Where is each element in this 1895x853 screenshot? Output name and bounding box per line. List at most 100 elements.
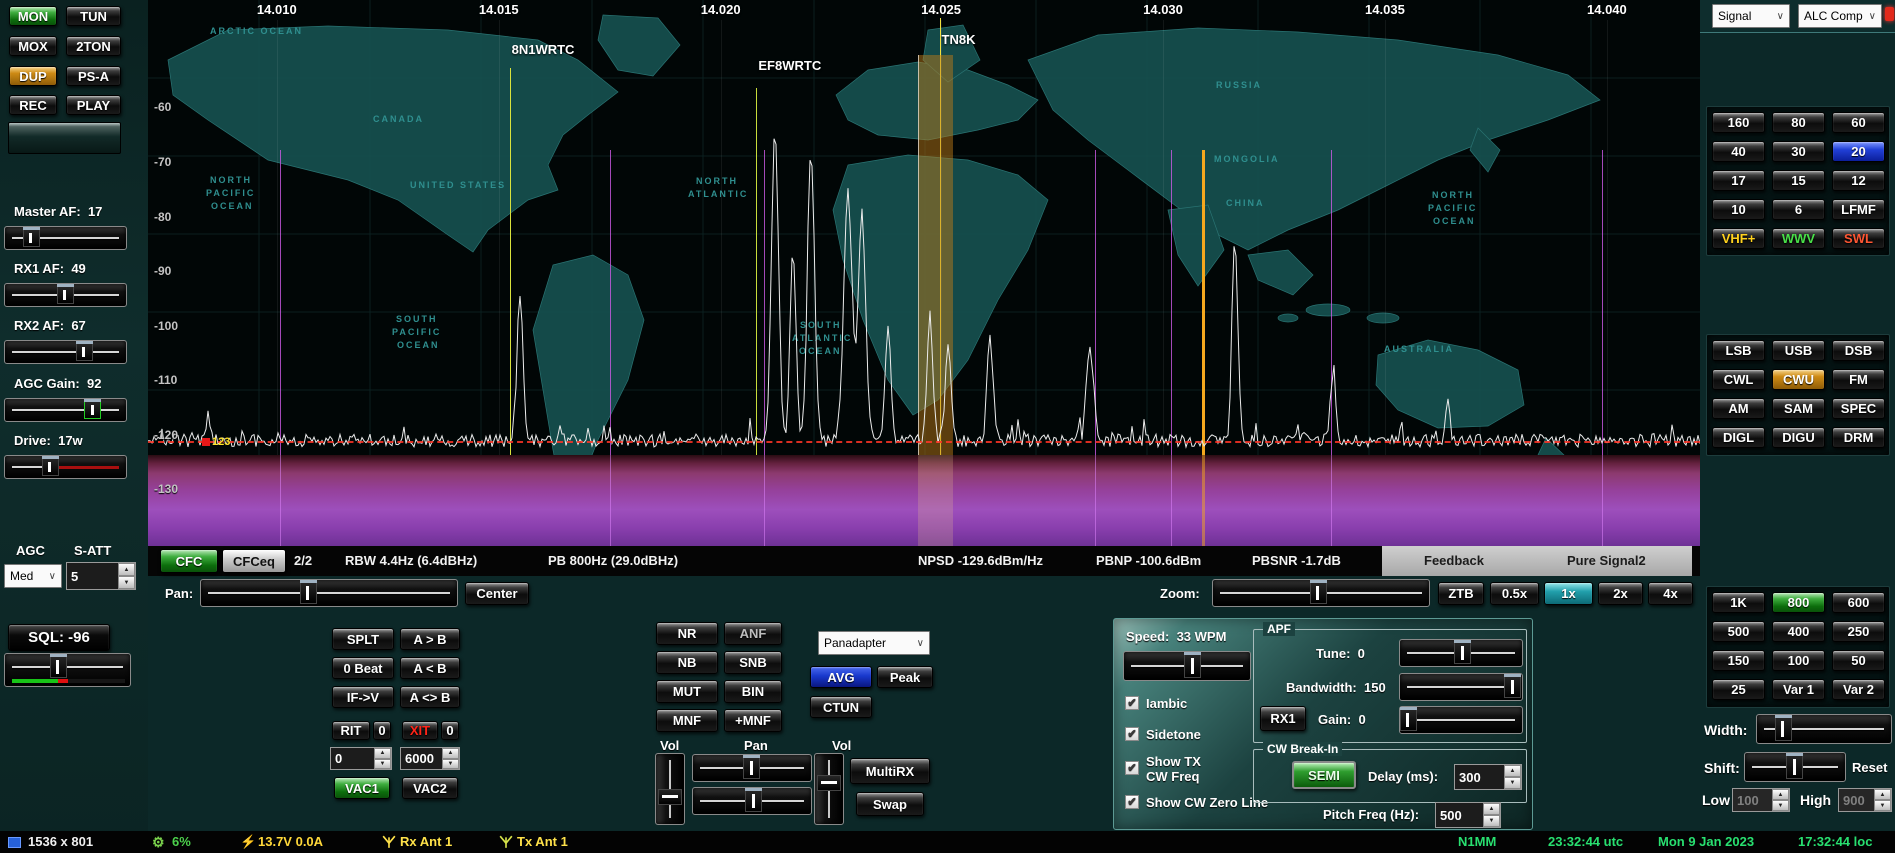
filter-1k-button[interactable]: 1K <box>1712 592 1765 613</box>
rx2-af-slider[interactable] <box>4 340 127 364</box>
mode-fm-button[interactable]: FM <box>1832 369 1885 390</box>
reset-button[interactable]: Reset <box>1852 760 1887 775</box>
ztb-button[interactable]: ZTB <box>1438 582 1484 605</box>
twotone-button[interactable]: 2TON <box>66 36 121 56</box>
agc-gain-slider[interactable] <box>4 398 127 422</box>
iambic-checkbox[interactable]: ✔Iambic <box>1125 696 1187 711</box>
mode-dsb-button[interactable]: DSB <box>1832 340 1885 361</box>
a-to-b-button[interactable]: A > B <box>400 628 460 650</box>
xit-zero-button[interactable]: 0 <box>441 721 459 740</box>
zoom-05x-button[interactable]: 0.5x <box>1490 582 1539 605</box>
mode-usb-button[interactable]: USB <box>1772 340 1825 361</box>
filter-600-button[interactable]: 600 <box>1832 592 1885 613</box>
arrow-up-icon[interactable]: ▲ <box>1483 803 1500 815</box>
band-30-button[interactable]: 30 <box>1772 141 1825 162</box>
delay-stepper[interactable]: 300▲▼ <box>1454 764 1522 790</box>
rx2-vol-slider[interactable] <box>814 753 844 825</box>
width-slider[interactable] <box>1756 714 1892 744</box>
apf-bandwidth-slider[interactable] <box>1399 673 1523 701</box>
arrow-down-icon[interactable]: ▼ <box>1483 815 1500 827</box>
sidetone-checkbox[interactable]: ✔Sidetone <box>1125 727 1201 742</box>
zoom-1x-button[interactable]: 1x <box>1544 582 1593 605</box>
rec-button[interactable]: REC <box>9 95 57 115</box>
filter-500-button[interactable]: 500 <box>1712 621 1765 642</box>
vac1-button[interactable]: VAC1 <box>334 777 390 799</box>
zero-beat-button[interactable]: 0 Beat <box>332 657 394 679</box>
filter-400-button[interactable]: 400 <box>1772 621 1825 642</box>
tx-ant-readout[interactable]: Tx Ant 1 <box>517 834 568 849</box>
rx2-pan-slider[interactable] <box>692 787 812 815</box>
meter-signal-select[interactable]: Signal∨ <box>1712 4 1790 28</box>
filter-800-button[interactable]: 800 <box>1772 592 1825 613</box>
band-swl-button[interactable]: SWL <box>1832 228 1885 249</box>
arrow-down-icon[interactable]: ▼ <box>442 759 459 770</box>
display-mode-select[interactable]: Panadapter∨ <box>818 631 930 655</box>
dup-button[interactable]: DUP <box>9 66 57 86</box>
mon-button[interactable]: MON <box>9 6 57 26</box>
low-stepper[interactable]: 100▲▼ <box>1732 788 1790 812</box>
mode-spec-button[interactable]: SPEC <box>1832 398 1885 419</box>
zoom-4x-button[interactable]: 4x <box>1648 582 1693 605</box>
filter-150-button[interactable]: 150 <box>1712 650 1765 671</box>
band-10-button[interactable]: 10 <box>1712 199 1765 220</box>
band-17-button[interactable]: 17 <box>1712 170 1765 191</box>
agc-mode-select[interactable]: Med∨ <box>4 564 62 588</box>
cfceq-button[interactable]: CFCeq <box>222 549 286 573</box>
mode-digu-button[interactable]: DIGU <box>1772 427 1825 448</box>
mute-button[interactable]: MUT <box>656 680 718 703</box>
high-stepper[interactable]: 900▲▼ <box>1838 788 1892 812</box>
center-button[interactable]: Center <box>465 582 529 605</box>
apf-tune-slider[interactable] <box>1399 639 1523 667</box>
split-button[interactable]: SPLT <box>332 628 394 650</box>
frequency-scale[interactable]: 14.01014.01514.02014.02514.03014.03514.0… <box>148 0 1700 20</box>
play-button[interactable]: PLAY <box>66 95 121 115</box>
band-lfmf-button[interactable]: LFMF <box>1832 199 1885 220</box>
nb-button[interactable]: NB <box>656 651 718 674</box>
arrow-up-icon[interactable]: ▲ <box>118 563 135 576</box>
mode-cwl-button[interactable]: CWL <box>1712 369 1765 390</box>
sql-button[interactable]: SQL: -96 <box>8 624 110 651</box>
multirx-button[interactable]: MultiRX <box>850 758 930 784</box>
a-swap-b-button[interactable]: A <> B <box>400 686 460 708</box>
mnf-button[interactable]: MNF <box>656 709 718 732</box>
band-15-button[interactable]: 15 <box>1772 170 1825 191</box>
psa-button[interactable]: PS-A <box>66 66 121 86</box>
apf-gain-slider[interactable] <box>1399 706 1523 734</box>
drive-slider[interactable] <box>4 455 127 479</box>
band-12-button[interactable]: 12 <box>1832 170 1885 191</box>
bin-button[interactable]: BIN <box>724 680 782 703</box>
band-6-button[interactable]: 6 <box>1772 199 1825 220</box>
feedback-tab[interactable]: Feedback <box>1424 553 1484 568</box>
band-wwv-button[interactable]: WWV <box>1772 228 1825 249</box>
mode-digl-button[interactable]: DIGL <box>1712 427 1765 448</box>
mode-cwu-button[interactable]: CWU <box>1772 369 1825 390</box>
cw-speed-slider[interactable] <box>1123 651 1251 681</box>
mode-sam-button[interactable]: SAM <box>1772 398 1825 419</box>
vac2-button[interactable]: VAC2 <box>402 777 458 799</box>
cfc-button[interactable]: CFC <box>160 549 218 573</box>
band-60-button[interactable]: 60 <box>1832 112 1885 133</box>
if-to-vfo-button[interactable]: IF->V <box>332 686 394 708</box>
arrow-down-icon[interactable]: ▼ <box>374 759 391 770</box>
filter-250-button[interactable]: 250 <box>1832 621 1885 642</box>
nr-button[interactable]: NR <box>656 622 718 645</box>
pan-slider[interactable] <box>200 579 458 607</box>
arrow-up-icon[interactable]: ▲ <box>1874 789 1891 800</box>
arrow-down-icon[interactable]: ▼ <box>1504 777 1521 789</box>
rx1-vol-slider[interactable] <box>655 753 685 825</box>
filter-var1-button[interactable]: Var 1 <box>1772 679 1825 700</box>
rx1-af-slider[interactable] <box>4 283 127 307</box>
rit-stepper[interactable]: 0▲▼ <box>330 747 392 770</box>
zoom-slider[interactable] <box>1212 579 1430 607</box>
show-tx-cw-freq-checkbox[interactable]: ✔Show TXCW Freq <box>1125 754 1201 784</box>
pitch-freq-stepper[interactable]: 500▲▼ <box>1435 802 1501 828</box>
semi-breakin-button[interactable]: SEMI <box>1292 761 1356 789</box>
master-af-slider[interactable] <box>4 226 127 250</box>
plus-mnf-button[interactable]: +MNF <box>724 709 782 732</box>
band-20-button[interactable]: 20 <box>1832 141 1885 162</box>
peak-button[interactable]: Peak <box>877 666 933 688</box>
puresignal2-tab[interactable]: Pure Signal2 <box>1567 553 1646 568</box>
arrow-up-icon[interactable]: ▲ <box>374 748 391 759</box>
filter-var2-button[interactable]: Var 2 <box>1832 679 1885 700</box>
filter-100-button[interactable]: 100 <box>1772 650 1825 671</box>
